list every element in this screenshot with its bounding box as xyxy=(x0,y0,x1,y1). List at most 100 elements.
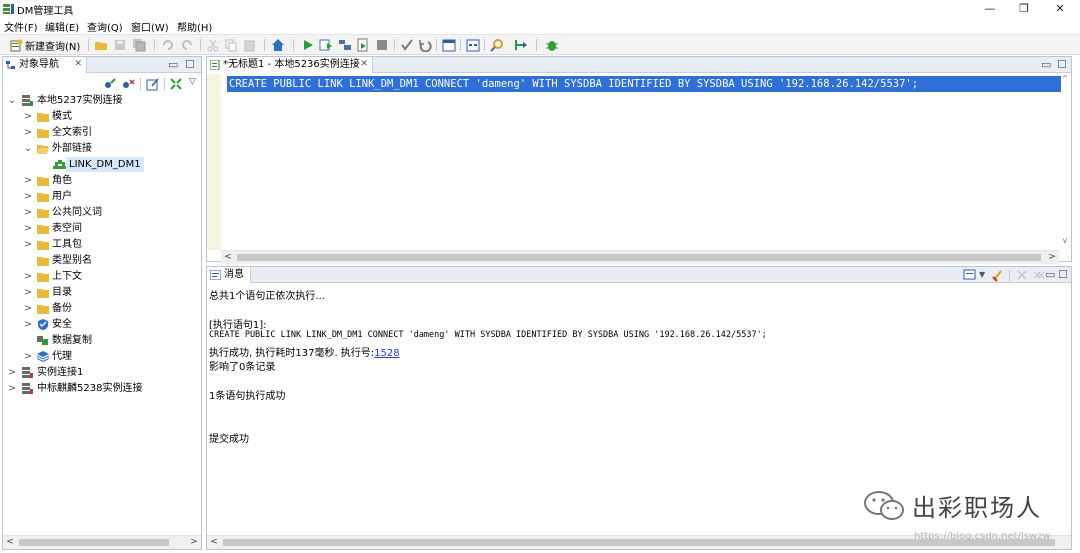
tree-node-connection[interactable]: > 实例连接1 xyxy=(3,365,193,380)
expand-chevron-icon[interactable]: > xyxy=(23,109,33,124)
open-folder-icon[interactable] xyxy=(94,38,108,52)
calendar-icon[interactable] xyxy=(442,38,456,52)
expand-chevron-icon[interactable]: > xyxy=(23,269,33,284)
collapse-chevron-icon[interactable]: ⌄ xyxy=(23,141,33,156)
remove-all-icon[interactable] xyxy=(1032,268,1046,282)
debug-icon[interactable] xyxy=(356,38,370,52)
collapse-chevron-icon[interactable]: ⌄ xyxy=(7,93,17,108)
commit-icon[interactable] xyxy=(400,38,414,52)
navigator-horizontal-scrollbar[interactable]: < > xyxy=(3,535,201,549)
explain-icon[interactable] xyxy=(338,38,352,52)
maximize-panel-button[interactable]: ☐ xyxy=(185,58,195,71)
tree-node[interactable]: > 代理 xyxy=(3,349,193,364)
expand-chevron-icon[interactable]: > xyxy=(23,205,33,220)
tree-node[interactable]: LINK_DM_DM1 xyxy=(3,157,193,172)
expand-chevron-icon[interactable]: > xyxy=(23,189,33,204)
cut-icon[interactable] xyxy=(206,38,220,52)
rollback-icon[interactable] xyxy=(418,38,432,52)
expand-chevron-icon[interactable]: > xyxy=(7,381,17,396)
scroll-left-arrow[interactable]: < xyxy=(221,251,235,264)
message-format-icon[interactable] xyxy=(963,268,977,282)
tree-node-root-connection[interactable]: ⌄ 本地5237实例连接 xyxy=(3,93,193,108)
save-icon[interactable] xyxy=(113,38,127,52)
scroll-right-arrow[interactable]: > xyxy=(187,536,201,549)
expand-chevron-icon[interactable]: > xyxy=(23,301,33,316)
expand-chevron-icon[interactable]: > xyxy=(7,365,17,380)
clear-messages-icon[interactable] xyxy=(991,268,1005,282)
tree-node[interactable]: > 上下文 xyxy=(3,269,193,284)
scroll-down-arrow[interactable]: v xyxy=(1059,236,1071,248)
minimize-panel-button[interactable]: ▭ xyxy=(1045,268,1055,281)
menu-help[interactable]: 帮助(H) xyxy=(177,19,212,34)
menu-edit[interactable]: 编辑(E) xyxy=(45,19,79,34)
copy-icon[interactable] xyxy=(224,38,238,52)
migrate-icon[interactable] xyxy=(514,38,528,52)
execute-plan-icon[interactable] xyxy=(319,38,333,52)
view-menu-icon[interactable]: ▽ xyxy=(189,77,196,87)
tree-node[interactable]: > 安全 xyxy=(3,317,193,332)
expand-chevron-icon[interactable]: > xyxy=(23,173,33,188)
bug-icon[interactable] xyxy=(545,38,559,52)
home-icon[interactable] xyxy=(271,38,285,52)
tree-node[interactable]: > 目录 xyxy=(3,285,193,300)
stop-icon[interactable] xyxy=(375,38,389,52)
connect-icon[interactable] xyxy=(103,77,117,91)
schedule-icon[interactable] xyxy=(466,38,480,52)
tree-node[interactable]: > 表空间 xyxy=(3,221,193,236)
close-tab-icon[interactable]: ✕ xyxy=(360,57,368,72)
expand-chevron-icon[interactable]: > xyxy=(23,237,33,252)
save-all-icon[interactable] xyxy=(132,38,146,52)
scroll-left-arrow[interactable]: < xyxy=(3,536,17,549)
expand-chevron-icon[interactable]: > xyxy=(23,221,33,236)
tree-node[interactable]: > 工具包 xyxy=(3,237,193,252)
redo-icon[interactable] xyxy=(180,38,194,52)
tab-untitled-query[interactable]: *无标题1 - 本地5236实例连接 ✕ xyxy=(207,57,373,73)
expand-all-icon[interactable] xyxy=(169,77,183,91)
tree-node[interactable]: > 全文索引 xyxy=(3,125,193,140)
tree-node[interactable]: > 公共同义词 xyxy=(3,205,193,220)
exec-number-link[interactable]: 1528 xyxy=(374,348,399,359)
scroll-thumb[interactable] xyxy=(19,539,169,546)
close-button[interactable]: ✕ xyxy=(1042,0,1078,18)
menu-window[interactable]: 窗口(W) xyxy=(131,19,169,34)
editor-horizontal-scrollbar[interactable]: < > xyxy=(221,250,1059,264)
expand-chevron-icon[interactable]: > xyxy=(23,317,33,332)
minimize-panel-button[interactable]: ▭ xyxy=(1041,58,1051,71)
maximize-panel-button[interactable]: ☐ xyxy=(1057,58,1067,71)
tab-object-navigator[interactable]: 对象导航 ✕ xyxy=(3,57,87,73)
edit-icon[interactable] xyxy=(146,77,160,91)
remove-icon[interactable] xyxy=(1015,268,1029,282)
close-tab-icon[interactable]: ✕ xyxy=(74,57,82,72)
dropdown-arrow-icon[interactable]: ▼ xyxy=(979,270,985,279)
expand-chevron-icon[interactable]: > xyxy=(23,285,33,300)
tree-node[interactable]: ⌄ 外部链接 xyxy=(3,141,193,156)
undo-icon[interactable] xyxy=(161,38,175,52)
scroll-thumb[interactable] xyxy=(237,254,1041,261)
editor-vertical-scrollbar[interactable]: ^ v xyxy=(1059,74,1071,250)
maximize-button[interactable]: ❐ xyxy=(1006,0,1042,18)
new-query-button[interactable]: 新建查询(N) xyxy=(10,38,80,53)
tree-node-connection[interactable]: > 中标麒麟5238实例连接 xyxy=(3,381,193,396)
tab-messages[interactable]: 消息 xyxy=(207,267,251,283)
minimize-panel-button[interactable]: ▭ xyxy=(168,58,178,71)
minimize-button[interactable]: — xyxy=(972,0,1008,18)
sql-code-selected[interactable]: CREATE PUBLIC LINK LINK_DM_DM1 CONNECT '… xyxy=(227,76,1061,92)
menu-query[interactable]: 查询(Q) xyxy=(87,19,123,34)
tree-node[interactable]: > 模式 xyxy=(3,109,193,124)
paste-icon[interactable] xyxy=(243,38,257,52)
tree-node[interactable]: > 角色 xyxy=(3,173,193,188)
tree-node[interactable]: 数据复制 xyxy=(3,333,193,348)
tree-node[interactable]: > 备份 xyxy=(3,301,193,316)
menu-file[interactable]: 文件(F) xyxy=(4,19,38,34)
execute-icon[interactable] xyxy=(301,38,315,52)
expand-chevron-icon[interactable]: > xyxy=(23,349,33,364)
disconnect-icon[interactable] xyxy=(121,77,135,91)
search-icon[interactable] xyxy=(490,38,504,52)
scroll-left-arrow[interactable]: < xyxy=(207,536,221,549)
expand-chevron-icon[interactable]: > xyxy=(23,125,33,140)
tree-node[interactable]: 类型别名 xyxy=(3,253,193,268)
maximize-panel-button[interactable]: ☐ xyxy=(1058,268,1068,281)
tree-node[interactable]: > 用户 xyxy=(3,189,193,204)
scroll-up-arrow[interactable]: ^ xyxy=(1059,74,1071,86)
scroll-right-arrow[interactable]: > xyxy=(1045,251,1059,264)
